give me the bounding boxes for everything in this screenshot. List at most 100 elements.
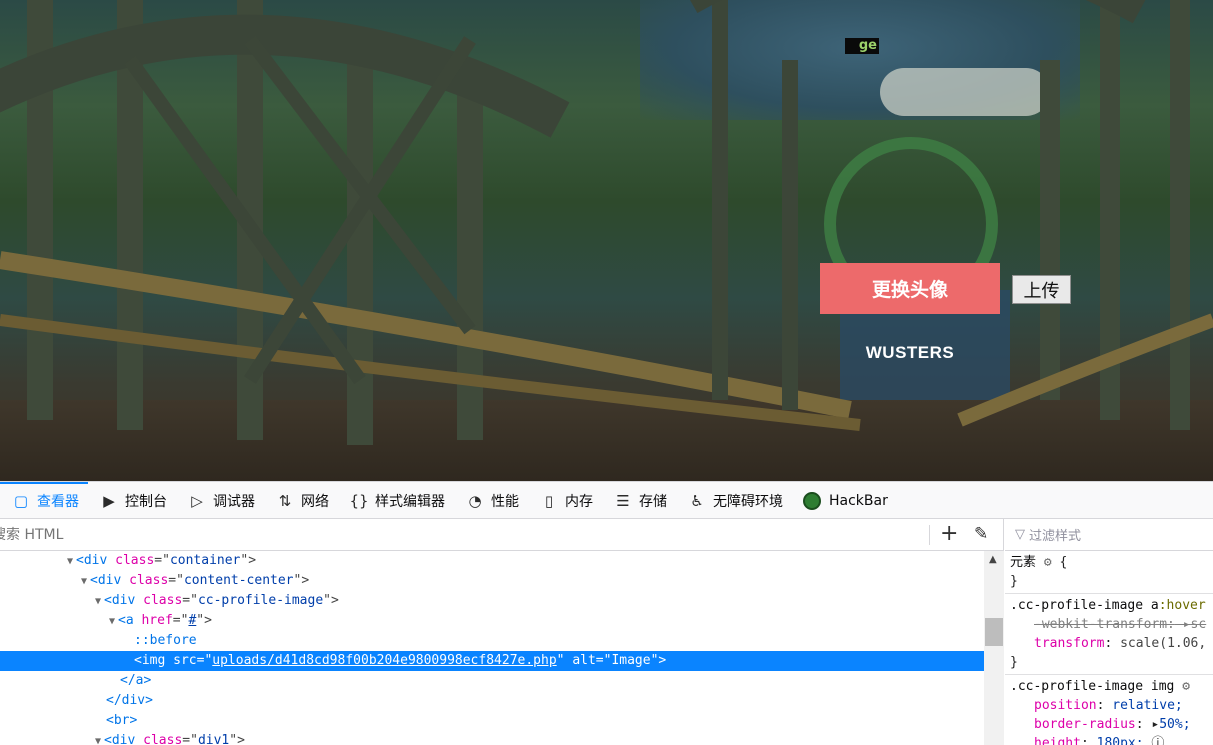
tag-open: <div: [90, 573, 130, 588]
attr-eq: =": [154, 553, 170, 568]
markup-scrollbar[interactable]: ▲: [984, 551, 1004, 745]
pseudo-element: ::before: [134, 633, 197, 648]
expand-arrow-icon[interactable]: ▼: [106, 612, 118, 632]
attr-name: class: [143, 733, 183, 745]
tag-close: ">: [323, 593, 339, 608]
markup-node[interactable]: <br>: [0, 711, 984, 731]
attr-name: href: [141, 613, 173, 628]
rules-pane: ▽ 过滤样式 元素 ⚙ { } .cc-profile-image a:hover…: [1005, 519, 1213, 745]
filter-styles-input[interactable]: 过滤样式: [1029, 525, 1081, 544]
tab-label: 内存: [565, 493, 593, 510]
rule-element: 元素 ⚙ { }: [1005, 551, 1213, 594]
expand-arrow-icon[interactable]: ▼: [64, 552, 76, 572]
upload-button[interactable]: 上传: [1012, 275, 1071, 304]
markup-node-selected[interactable]: <img src =" uploads/d41d8cd98f00b204e98009…: [0, 651, 984, 671]
markup-node[interactable]: ▼ <a href="#">: [0, 611, 984, 631]
scroll-up-icon[interactable]: ▲: [989, 554, 997, 565]
tab-label: 网络: [301, 493, 329, 510]
attr-eq: =": [595, 653, 612, 668]
tab-hackbar[interactable]: HackBar: [792, 482, 897, 519]
eyedropper-icon[interactable]: ✎: [974, 524, 988, 544]
rule-value[interactable]: scale(1.06,: [1120, 636, 1206, 651]
add-node-icon[interactable]: +: [940, 523, 958, 545]
tag-close: ">: [196, 613, 212, 628]
tab-label: HackBar: [829, 492, 888, 509]
markup-pane: + ✎ ▼<div class="container"> ▼<div class…: [0, 519, 1004, 745]
console-icon: ▶: [103, 491, 115, 510]
attr-value: container: [169, 553, 241, 568]
expand-arrow-icon[interactable]: ▼: [92, 592, 104, 612]
tab-network[interactable]: ⇅ 网络: [264, 482, 338, 519]
tab-inspector[interactable]: ▢ 查看器: [0, 482, 88, 519]
rule-close-brace: }: [1010, 655, 1018, 670]
tag-open: <br>: [106, 713, 138, 728]
expand-arrow-icon[interactable]: ▼: [78, 572, 90, 592]
gear-icon[interactable]: ⚙: [1044, 555, 1052, 570]
tab-label: 样式编辑器: [375, 493, 445, 510]
tab-storage[interactable]: ☰ 存储: [602, 482, 676, 519]
rule-selector-pseudo: :hover: [1158, 598, 1206, 613]
toolbar-divider: [929, 525, 930, 545]
markup-node[interactable]: ▼ <div class="div1">: [0, 731, 984, 745]
filter-styles-bar[interactable]: ▽ 过滤样式: [1005, 519, 1213, 551]
tag-open: <div: [76, 553, 116, 568]
markup-node[interactable]: </div>: [0, 691, 984, 711]
tag-open: <a: [118, 613, 142, 628]
username-label: WUSTERS: [865, 343, 955, 362]
markup-node[interactable]: ▼ <div class="container">: [0, 551, 984, 571]
rule-selector: .cc-profile-image a: [1010, 598, 1159, 613]
style-editor-icon: {}: [349, 491, 369, 510]
network-icon: ⇅: [278, 491, 292, 510]
tab-console[interactable]: ▶ 控制台: [88, 482, 176, 519]
rule-property[interactable]: height: [1034, 736, 1081, 745]
storage-icon: ☰: [616, 491, 630, 510]
tab-label: 存储: [639, 493, 667, 510]
attr-eq: =": [182, 733, 198, 745]
info-icon[interactable]: ⓘ: [1151, 736, 1164, 745]
attr-sep: ": [556, 653, 573, 668]
tab-memory[interactable]: ▯ 内存: [528, 482, 602, 519]
rule-value[interactable]: 50%;: [1159, 717, 1190, 732]
expand-arrow-icon[interactable]: ▼: [92, 732, 104, 745]
rule-value[interactable]: relative;: [1112, 698, 1182, 713]
performance-icon: ◔: [468, 491, 482, 510]
attr-name: class: [115, 553, 155, 568]
tab-accessibility[interactable]: ♿ 无障碍环境: [676, 482, 792, 519]
tab-debugger[interactable]: ▷ 调试器: [176, 482, 264, 519]
filter-icon: ▽: [1015, 527, 1025, 542]
tab-label: 性能: [491, 493, 519, 510]
attr-eq: =": [168, 573, 184, 588]
rule-value[interactable]: sc: [1191, 617, 1207, 632]
rule-property[interactable]: -webkit-transform:: [1034, 617, 1175, 632]
tag-open: <div: [104, 593, 144, 608]
gear-icon[interactable]: ⚙: [1182, 679, 1190, 694]
markup-tree: ▼ <div class="container"> ▼ <div class="co…: [0, 551, 984, 745]
attr-value: cc-profile-image: [197, 593, 324, 608]
rule-property[interactable]: transform: [1034, 636, 1104, 651]
tag-open: <div: [104, 733, 144, 745]
markup-node[interactable]: ▼ <div class="content-center">: [0, 571, 984, 591]
closing-tag: </a>: [120, 673, 152, 688]
markup-node[interactable]: </a>: [0, 671, 984, 691]
search-html-input[interactable]: [0, 519, 912, 550]
rule-property[interactable]: border-radius: [1034, 717, 1136, 732]
rule-hover: .cc-profile-image a:hover -webkit-transf…: [1005, 594, 1213, 675]
bridge-illustration: [0, 0, 1213, 445]
change-avatar-button[interactable]: 更换头像: [820, 263, 1000, 314]
markup-node[interactable]: ▼ <div class="cc-profile-image">: [0, 591, 984, 611]
markup-node[interactable]: ::before: [0, 631, 984, 651]
inspector-icon: ▢: [13, 491, 29, 510]
rule-value[interactable]: 180px;: [1097, 736, 1144, 745]
rule-selector: 元素: [1010, 555, 1037, 570]
expand-arrow-icon[interactable]: ▸: [1175, 617, 1191, 632]
attr-name: src: [173, 653, 197, 668]
tag-close: ">: [240, 553, 257, 568]
attr-eq: =": [182, 593, 198, 608]
attr-value[interactable]: uploads/d41d8cd98f00b204e9800998ecf8427e…: [212, 653, 556, 668]
tag-open: <img: [134, 653, 174, 668]
attr-name: class: [129, 573, 169, 588]
tab-style-editor[interactable]: {} 样式编辑器: [338, 482, 454, 519]
rule-property[interactable]: position: [1034, 698, 1097, 713]
scrollbar-thumb[interactable]: [985, 618, 1003, 646]
tab-performance[interactable]: ◔ 性能: [454, 482, 528, 519]
